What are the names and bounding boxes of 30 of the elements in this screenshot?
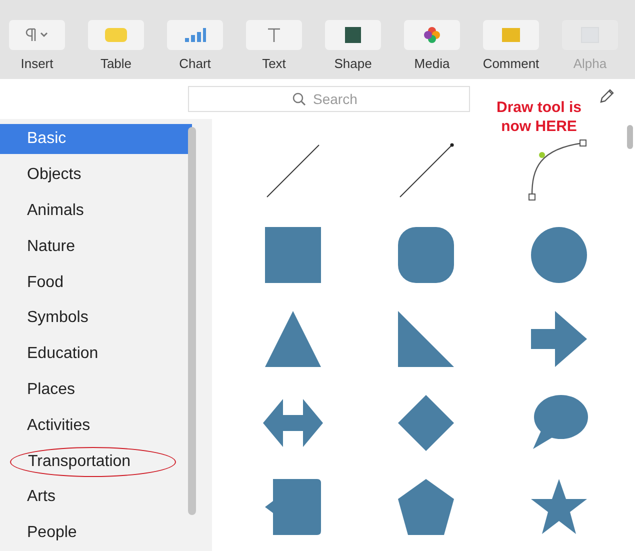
text-icon [266, 26, 282, 43]
category-item[interactable]: Animals [0, 196, 192, 226]
category-item[interactable]: Places [0, 374, 192, 405]
toolbar-button[interactable]: Media [397, 20, 467, 74]
square-icon [345, 26, 361, 43]
category-item[interactable]: Food [0, 268, 192, 298]
bar-chart-icon [184, 28, 206, 42]
category-item[interactable]: Nature [0, 232, 192, 262]
flower-icon [424, 26, 440, 43]
toolbar-button[interactable]: Insert [2, 20, 72, 74]
category-item[interactable]: Transportation [10, 446, 176, 476]
toolbar-button[interactable]: Shape [318, 20, 388, 74]
category-item[interactable]: Basic [0, 124, 192, 154]
category-item[interactable]: People [0, 518, 192, 548]
category-item[interactable]: Arts [0, 482, 192, 512]
note-icon [502, 28, 520, 42]
toolbar-button[interactable]: Table [81, 20, 151, 74]
search-field[interactable]: Search [188, 86, 470, 112]
search-icon [292, 92, 306, 106]
category-item[interactable]: Education [0, 339, 192, 370]
table-icon [105, 28, 127, 42]
scrollbar [627, 125, 633, 150]
toolbar-button[interactable]: Comment [476, 20, 546, 74]
category-item[interactable]: Symbols [0, 303, 192, 334]
category-item[interactable]: Activities [0, 410, 192, 441]
toolbar-button[interactable]: Chart [160, 20, 230, 74]
category-item[interactable]: Objects [0, 160, 192, 190]
toolbar-button[interactable]: Text [239, 20, 309, 74]
pen-icon[interactable] [598, 87, 616, 106]
annotation-text: Draw tool is now HERE [495, 98, 582, 136]
